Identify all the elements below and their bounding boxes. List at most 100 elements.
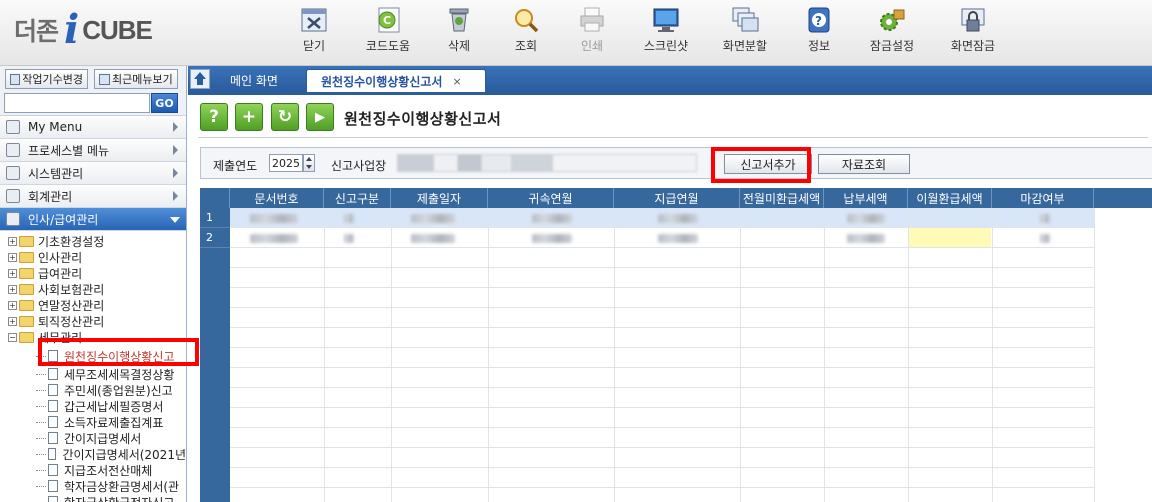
split-screen-label: 화면분할 — [722, 39, 768, 53]
category-hr-payroll[interactable]: 인사/급여관리 — [0, 208, 186, 231]
category-process-menu[interactable]: 프로세스별 메뉴 — [0, 139, 186, 162]
menu-search-input[interactable] — [4, 93, 150, 113]
split-screen-button[interactable]: 화면분할 — [709, 6, 781, 62]
chevron-right-icon — [173, 191, 178, 201]
category-system[interactable]: 시스템관리 — [0, 162, 186, 185]
category-my-menu[interactable]: My Menu — [0, 116, 186, 139]
go-button[interactable]: GO — [151, 93, 178, 113]
tree-folder-label: 퇴직정산관리 — [38, 314, 105, 329]
redacted-cell — [250, 214, 298, 223]
category-accounting[interactable]: 회계관리 — [0, 185, 186, 208]
search-label: 조회 — [514, 39, 538, 53]
redacted-cell — [847, 234, 885, 243]
redacted-cell — [847, 214, 885, 223]
year-label: 제출연도 — [213, 159, 258, 173]
lock-settings-label: 잠금설정 — [869, 39, 915, 53]
screenshot-button[interactable]: 스크린샷 — [630, 6, 702, 62]
grid-col-line — [488, 208, 489, 502]
change-company-button[interactable]: 작업기수변경 — [5, 69, 88, 89]
recent-menu-button[interactable]: 최근메뉴보기 — [94, 69, 178, 89]
expand-icon[interactable]: + — [8, 268, 17, 278]
print-button[interactable]: 인쇄 — [556, 6, 628, 62]
close-icon[interactable]: × — [452, 75, 461, 88]
tree-folder[interactable]: + 기초환경설정 — [0, 233, 186, 249]
chevron-right-icon — [173, 122, 178, 132]
tree-leaf[interactable]: 학자금상환금명세서(관 — [0, 478, 186, 494]
data-query-button[interactable]: 자료조회 — [818, 154, 910, 174]
tree-leaf-label: 학자금상환금전자신고 — [64, 494, 174, 502]
filter-bar: 제출연도 2025 신고사업장 신고서추가 자료조회 — [200, 147, 1152, 179]
add-report-button[interactable]: 신고서추가 — [724, 154, 812, 174]
help-button[interactable]: ? — [200, 103, 228, 131]
tree-leaf[interactable]: 주민세(종업원분)신고 — [0, 382, 186, 398]
grid-col-line — [740, 208, 741, 502]
editable-cell[interactable] — [908, 228, 991, 247]
add-icon: + — [241, 107, 257, 127]
grid-header: 문서번호 신고구분 제출일자 귀속연월 지급연월 전월미환급세액 납부세액 이월… — [200, 188, 1152, 208]
tree-leaf[interactable]: 학자금상환금전자신고 — [0, 494, 186, 502]
left-panel-header: 작업기수변경 최근메뉴보기 GO — [0, 66, 186, 116]
document-icon — [48, 368, 58, 380]
expand-icon[interactable]: + — [8, 252, 17, 262]
person-icon — [6, 120, 20, 134]
col-report-type[interactable]: 신고구분 — [324, 188, 391, 208]
col-closed[interactable]: 마감여부 — [992, 188, 1094, 208]
info-button[interactable]: ? 정보 — [783, 6, 855, 62]
year-stepper[interactable] — [303, 154, 315, 172]
document-icon — [48, 496, 58, 502]
tab-label: 원천징수이행상황신고서 — [321, 74, 443, 89]
col-prev-refund[interactable]: 전월미환급세액 — [740, 188, 824, 208]
tree-folder[interactable]: + 퇴직정산관리 — [0, 313, 186, 329]
col-submit-date[interactable]: 제출일자 — [391, 188, 488, 208]
tree-folder[interactable]: + 연말정산관리 — [0, 297, 186, 313]
col-tax-paid[interactable]: 납부세액 — [824, 188, 908, 208]
app-logo: 더존 i CUBE — [14, 10, 153, 50]
tree-leaf-selected[interactable]: 원천징수이행상황신고 — [0, 348, 186, 364]
expand-icon[interactable]: + — [8, 316, 17, 326]
business-place-field[interactable] — [397, 154, 697, 172]
col-belong-month[interactable]: 귀속연월 — [488, 188, 614, 208]
delete-button[interactable]: 삭제 — [423, 6, 495, 62]
document-icon — [48, 384, 58, 396]
redacted-cell — [532, 234, 572, 243]
printer-icon — [578, 6, 606, 34]
tree-leaf[interactable]: 지급조서전산매체 — [0, 462, 186, 478]
tree-folder-label: 사회보험관리 — [38, 282, 105, 297]
business-label: 신고사업장 — [331, 159, 387, 173]
refresh-button[interactable]: ↻ — [271, 103, 299, 131]
redacted-cell — [658, 234, 698, 243]
expand-icon[interactable]: + — [8, 300, 17, 310]
tree-folder-open[interactable]: − 세무관리 — [0, 329, 186, 345]
tree-folder[interactable]: + 인사관리 — [0, 249, 186, 265]
category-label: My Menu — [28, 120, 83, 134]
screen-lock-button[interactable]: 화면잠금 — [937, 6, 1009, 62]
tree-leaf[interactable]: 간이지급명세서 — [0, 430, 186, 446]
close-button[interactable]: 닫기 — [278, 6, 350, 62]
lock-settings-button[interactable]: 잠금설정 — [856, 6, 928, 62]
row-number[interactable]: 1 — [200, 208, 230, 228]
category-label: 시스템관리 — [28, 166, 84, 181]
tree-leaf[interactable]: 소득자료제출집계표 — [0, 414, 186, 430]
tree-folder[interactable]: + 사회보험관리 — [0, 281, 186, 297]
col-doc-no[interactable]: 문서번호 — [230, 188, 324, 208]
add-button[interactable]: + — [235, 103, 263, 131]
tree-leaf[interactable]: 갑근세납세필증명서 — [0, 398, 186, 414]
row-number[interactable]: 2 — [200, 228, 230, 248]
tree-leaf[interactable]: 세무조세세목결정상황 — [0, 366, 186, 382]
search-button[interactable]: 조회 — [490, 6, 562, 62]
code-help-button[interactable]: C 코드도움 — [352, 6, 424, 62]
code-help-label: 코드도움 — [365, 39, 411, 53]
run-button[interactable]: ▶ — [306, 103, 334, 131]
tab-main-screen[interactable]: 메인 화면 — [218, 69, 298, 92]
expand-icon[interactable]: + — [8, 284, 17, 294]
collapse-icon[interactable]: − — [8, 332, 17, 342]
col-pay-month[interactable]: 지급연월 — [614, 188, 740, 208]
redacted-cell — [344, 214, 354, 223]
year-input[interactable]: 2025 — [269, 154, 303, 172]
expand-icon[interactable]: + — [8, 236, 17, 246]
tree-folder[interactable]: + 급여관리 — [0, 265, 186, 281]
tab-withholding-report[interactable]: 원천징수이행상황신고서 × — [306, 69, 486, 92]
home-icon[interactable] — [190, 69, 210, 89]
col-carry-refund[interactable]: 이월환급세액 — [908, 188, 992, 208]
tree-leaf[interactable]: 간이지급명세서(2021년 — [0, 446, 186, 462]
